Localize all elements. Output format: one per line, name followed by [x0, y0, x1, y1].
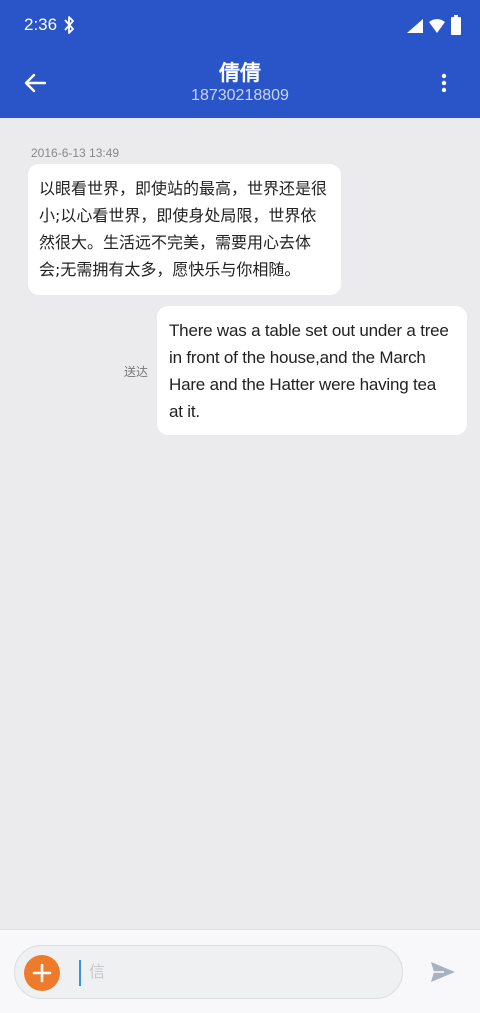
send-button[interactable]	[428, 958, 458, 986]
plus-icon	[32, 963, 52, 983]
contact-name: 倩倩	[219, 61, 261, 85]
app-bar: 2:36 倩倩 18730218809	[0, 0, 480, 118]
back-button[interactable]	[14, 62, 56, 104]
battery-icon	[451, 15, 461, 35]
bluetooth-icon	[64, 16, 74, 34]
composer-field-container	[14, 945, 403, 999]
message-line: 以眼看世界，即使站的最高，世界还是很	[39, 179, 328, 198]
message-line: There was a table set out under a tree	[169, 321, 449, 340]
conversation-header: 倩倩 18730218809	[120, 60, 360, 106]
contact-number: 18730218809	[191, 87, 289, 104]
message-line: 然很大。生活远不完美，需要用心去体	[39, 233, 312, 252]
message-line: Hare and the Hatter were having tea	[169, 375, 437, 394]
message-line: 会;无需拥有太多，愿快乐与你相随。	[39, 260, 301, 279]
more-vert-icon	[441, 73, 447, 93]
send-icon	[431, 962, 455, 982]
message-line: at it.	[169, 402, 200, 421]
arrow-left-icon	[24, 73, 46, 93]
more-options-button[interactable]	[424, 62, 464, 104]
signal-icon	[407, 19, 423, 33]
message-line: 小;以心看世界，即使身处局限，世界依	[39, 206, 317, 225]
status-time: 2:36	[24, 15, 58, 34]
message-line: in front of the house,and the March	[169, 348, 426, 367]
message-timestamp: 2016-6-13 13:49	[31, 146, 120, 160]
incoming-message-bubble[interactable]: 以眼看世界，即使站的最高，世界还是很 小;以心看世界，即使身处局限，世界依 然很…	[28, 164, 341, 295]
wifi-icon	[429, 19, 445, 33]
outgoing-message-bubble[interactable]: There was a table set out under a tree i…	[157, 306, 467, 435]
message-input[interactable]	[79, 960, 379, 986]
add-attachment-button[interactable]	[24, 955, 60, 991]
composer-bar	[0, 929, 480, 1013]
delivery-status: 送达	[124, 365, 149, 379]
status-bar: 2:36	[0, 0, 480, 52]
